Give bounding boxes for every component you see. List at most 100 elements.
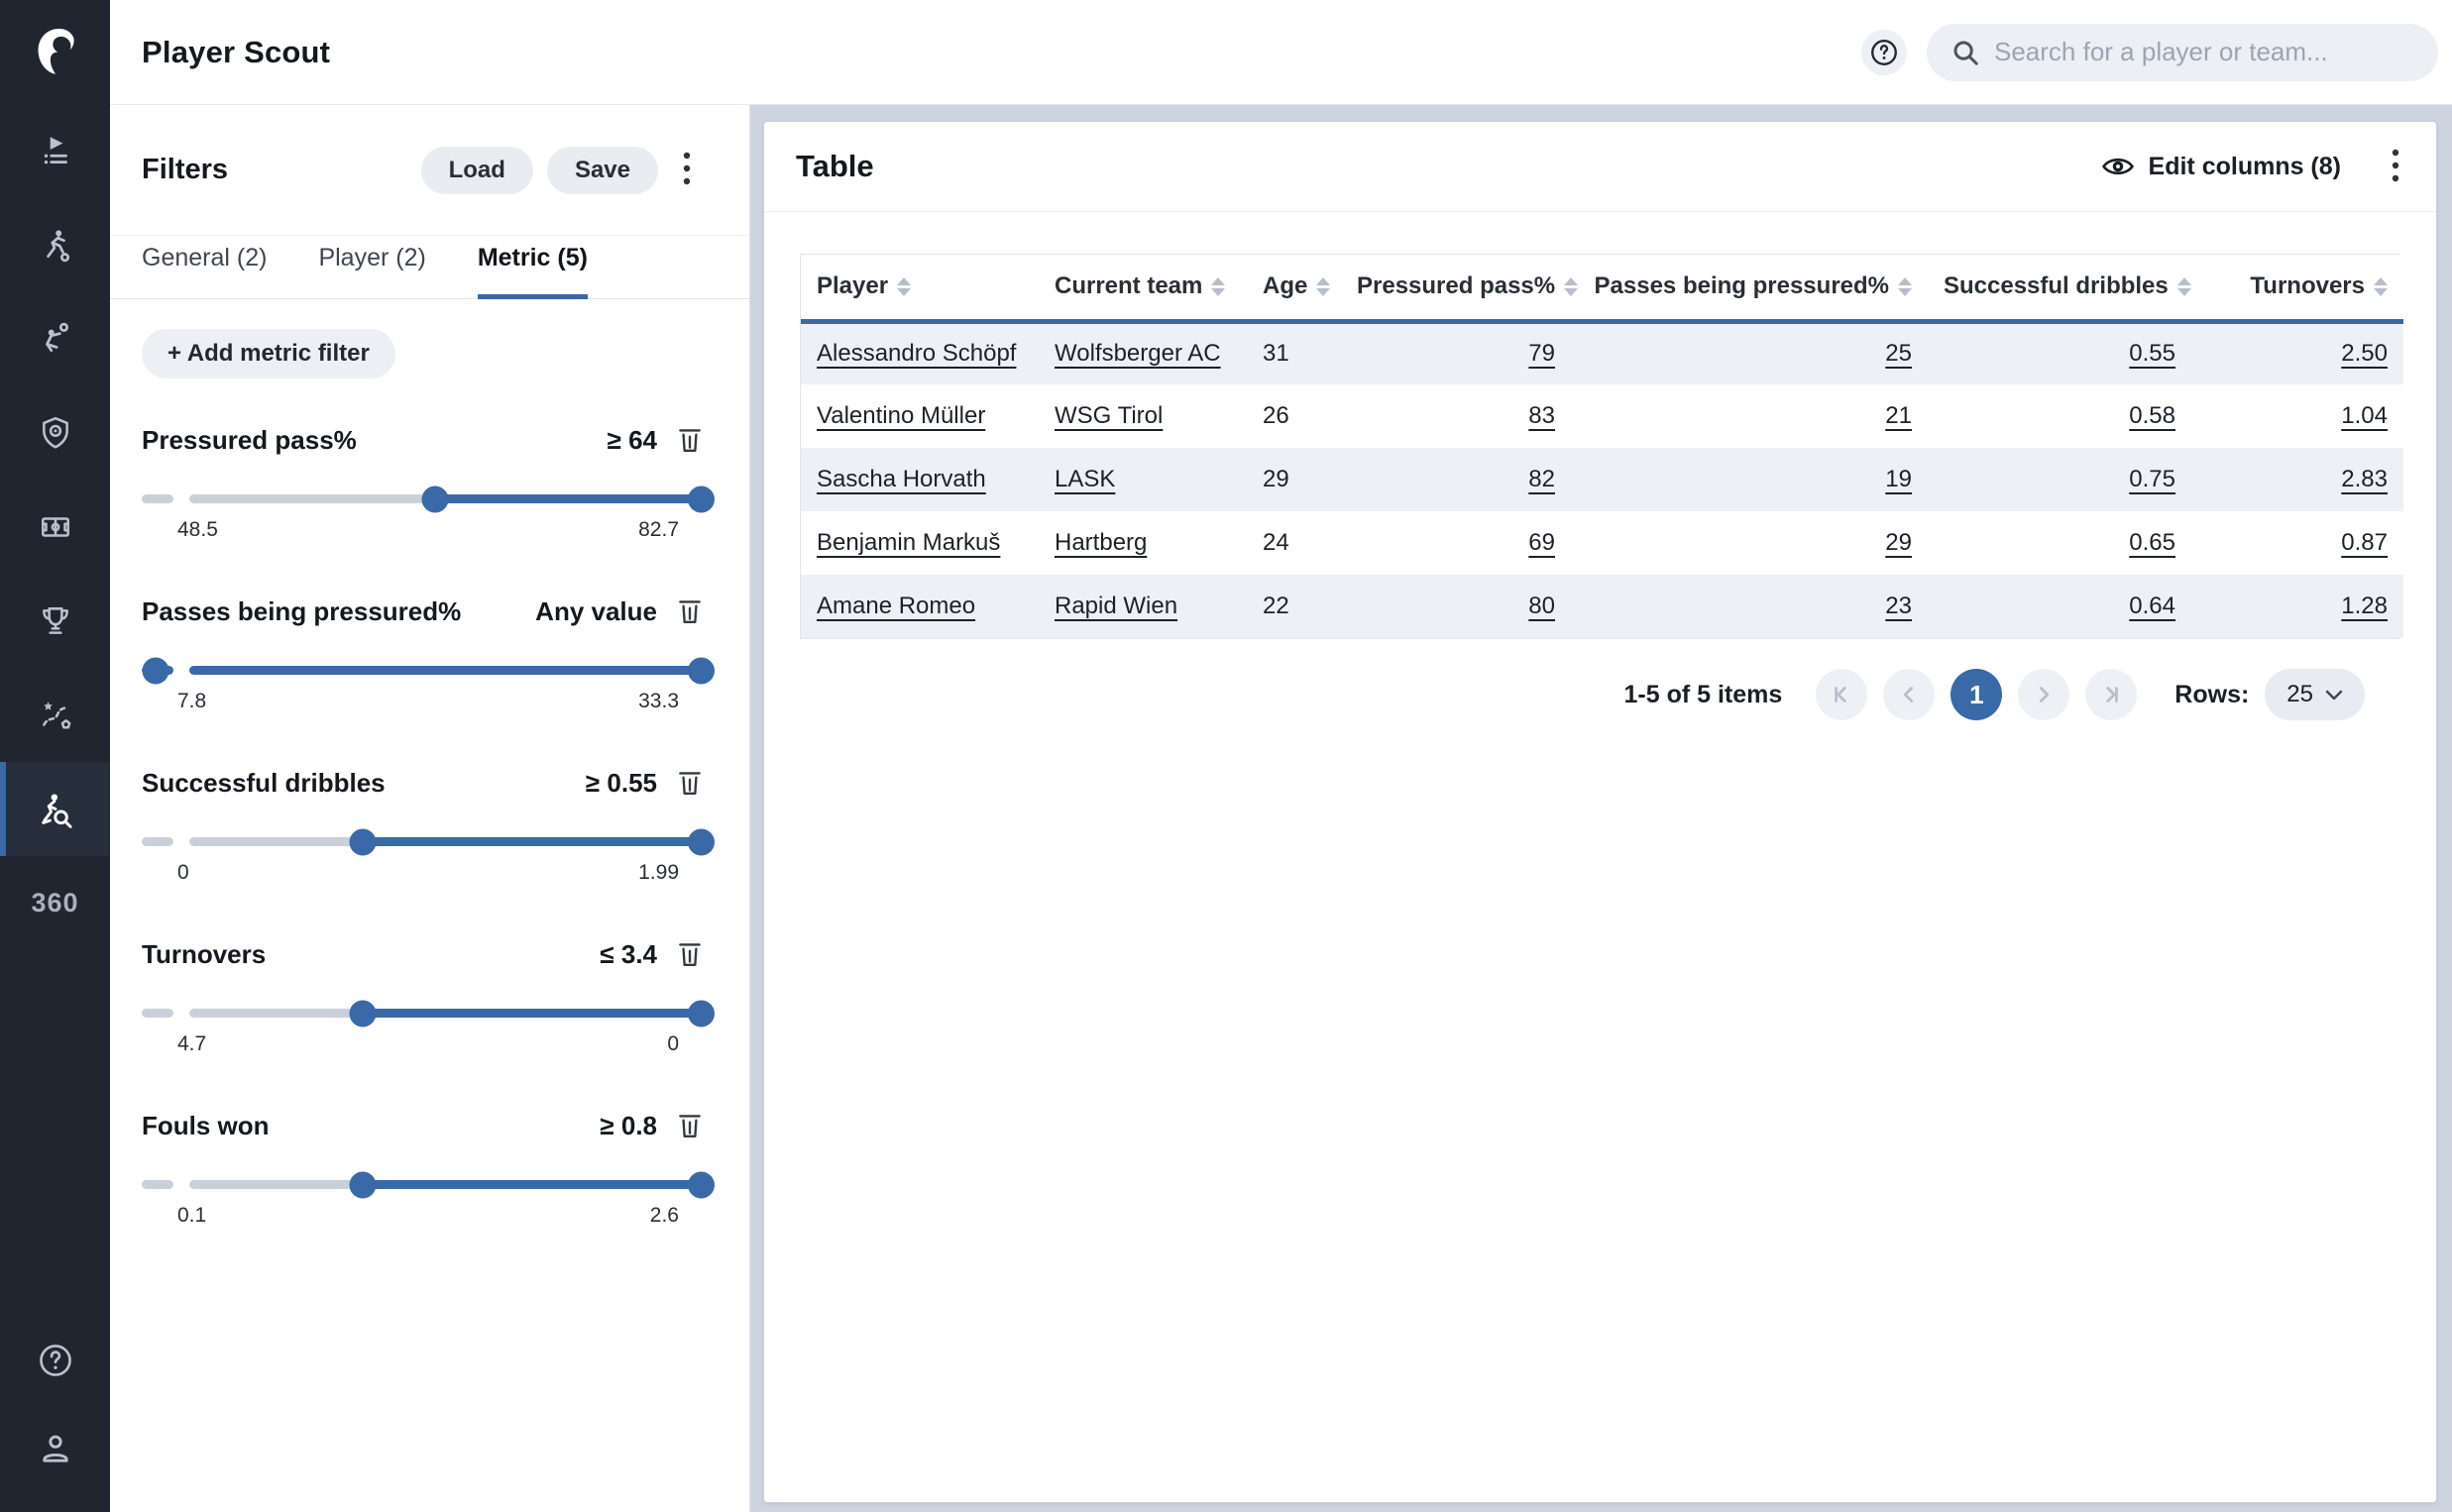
table-kebab-button[interactable] bbox=[2381, 140, 2410, 194]
chevron-right-icon bbox=[2031, 682, 2057, 707]
team-link[interactable]: WSG Tirol bbox=[1055, 402, 1163, 429]
range-slider[interactable] bbox=[142, 827, 705, 855]
chevron-first-icon bbox=[1829, 682, 1854, 707]
column-header-turnovers[interactable]: Turnovers bbox=[2191, 255, 2403, 321]
column-header-current-team[interactable]: Current team bbox=[1039, 255, 1247, 321]
player-link[interactable]: Alessandro Schöpf bbox=[817, 340, 1016, 367]
metric-cell-link[interactable]: 21 bbox=[1885, 402, 1912, 429]
edit-columns-button[interactable]: Edit columns (8) bbox=[2101, 153, 2341, 181]
help-button[interactable] bbox=[1861, 30, 1907, 75]
sidebar-item-player-scout[interactable] bbox=[0, 762, 110, 856]
slider-thumb-left[interactable] bbox=[350, 828, 377, 855]
sidebar-help-button[interactable] bbox=[0, 1316, 110, 1405]
range-slider[interactable] bbox=[142, 1170, 705, 1198]
tab-player[interactable]: Player (2) bbox=[318, 236, 425, 298]
slider-track[interactable] bbox=[189, 837, 701, 846]
sidebar: 360 bbox=[0, 0, 110, 1512]
slider-thumb-right[interactable] bbox=[688, 1000, 715, 1026]
metric-cell-link[interactable]: 79 bbox=[1528, 340, 1555, 367]
slider-track[interactable] bbox=[189, 666, 701, 675]
tab-general[interactable]: General (2) bbox=[142, 236, 267, 298]
slider-thumb-left[interactable] bbox=[421, 486, 448, 512]
slider-thumb-right[interactable] bbox=[688, 828, 715, 855]
team-link[interactable]: Hartberg bbox=[1055, 529, 1147, 556]
table-card-header: Table Edit columns (8) bbox=[764, 122, 2436, 212]
metric-cell-link[interactable]: 82 bbox=[1528, 466, 1555, 492]
sidebar-user-button[interactable] bbox=[0, 1405, 110, 1494]
slider-thumb-right[interactable] bbox=[688, 486, 715, 512]
metric-cell-link[interactable]: 2.83 bbox=[2341, 466, 2388, 492]
team-link[interactable]: Rapid Wien bbox=[1055, 593, 1177, 619]
previous-page-button[interactable] bbox=[1883, 669, 1935, 720]
player-link[interactable]: Benjamin Markuš bbox=[817, 529, 1000, 556]
first-page-button[interactable] bbox=[1816, 669, 1867, 720]
metric-cell-link[interactable]: 69 bbox=[1528, 529, 1555, 556]
team-link[interactable]: LASK bbox=[1055, 466, 1115, 492]
metric-cell-link[interactable]: 0.75 bbox=[2129, 466, 2175, 492]
metric-cell-link[interactable]: 0.55 bbox=[2129, 340, 2175, 367]
range-slider[interactable] bbox=[142, 656, 705, 684]
column-header-passes-being-pressured[interactable]: Passes being pressured% bbox=[1571, 255, 1928, 321]
slider-max-label: 2.6 bbox=[650, 1204, 679, 1228]
add-metric-filter-button[interactable]: + Add metric filter bbox=[142, 329, 395, 378]
metric-cell-link[interactable]: 0.87 bbox=[2341, 529, 2388, 556]
metric-cell-link[interactable]: 19 bbox=[1885, 466, 1912, 492]
slider-track[interactable] bbox=[189, 494, 701, 503]
metric-cell-link[interactable]: 0.65 bbox=[2129, 529, 2175, 556]
metric-cell-link[interactable]: 0.64 bbox=[2129, 593, 2175, 619]
sort-icon bbox=[1898, 277, 1912, 296]
slider-thumb-right[interactable] bbox=[688, 1171, 715, 1198]
player-link[interactable]: Sascha Horvath bbox=[817, 466, 986, 492]
delete-filter-button[interactable] bbox=[675, 936, 705, 973]
column-header-successful-dribbles[interactable]: Successful dribbles bbox=[1928, 255, 2191, 321]
rows-per-page-select[interactable]: 25 bbox=[2265, 669, 2365, 720]
slider-track[interactable] bbox=[189, 1180, 701, 1189]
slider-fill bbox=[435, 494, 701, 503]
sidebar-item-teams[interactable] bbox=[0, 385, 110, 480]
page-1-button[interactable]: 1 bbox=[1950, 669, 2002, 720]
delete-filter-button[interactable] bbox=[675, 765, 705, 802]
topbar: Player Scout bbox=[110, 0, 2452, 105]
metric-cell-link[interactable]: 23 bbox=[1885, 593, 1912, 619]
slider-thumb-right[interactable] bbox=[688, 657, 715, 684]
metric-cell-link[interactable]: 1.28 bbox=[2341, 593, 2388, 619]
column-header-pressured-pass[interactable]: Pressured pass% bbox=[1341, 255, 1571, 321]
sidebar-item-360[interactable]: 360 bbox=[0, 856, 110, 950]
metric-cell-link[interactable]: 25 bbox=[1885, 340, 1912, 367]
filters-kebab-button[interactable] bbox=[672, 143, 702, 197]
metric-cell-link[interactable]: 83 bbox=[1528, 402, 1555, 429]
delete-filter-button[interactable] bbox=[675, 594, 705, 630]
slider-thumb-left[interactable] bbox=[350, 1000, 377, 1026]
slider-thumb-left[interactable] bbox=[143, 657, 169, 684]
column-header-player[interactable]: Player bbox=[801, 255, 1039, 321]
delete-filter-button[interactable] bbox=[675, 1108, 705, 1144]
sidebar-item-pitch[interactable] bbox=[0, 480, 110, 574]
column-header-age[interactable]: Age bbox=[1247, 255, 1341, 321]
sidebar-item-matchlist[interactable] bbox=[0, 103, 110, 197]
metric-cell-link[interactable]: 0.58 bbox=[2129, 402, 2175, 429]
metric-cell-link[interactable]: 29 bbox=[1885, 529, 1912, 556]
save-button[interactable]: Save bbox=[547, 147, 658, 194]
slider-track[interactable] bbox=[189, 1009, 701, 1018]
player-link[interactable]: Amane Romeo bbox=[817, 593, 975, 619]
tab-metric[interactable]: Metric (5) bbox=[478, 236, 588, 298]
delete-filter-button[interactable] bbox=[675, 422, 705, 459]
load-button[interactable]: Load bbox=[421, 147, 533, 194]
sidebar-item-players[interactable] bbox=[0, 197, 110, 291]
next-page-button[interactable] bbox=[2018, 669, 2069, 720]
sort-icon bbox=[2177, 277, 2191, 296]
search-input[interactable] bbox=[1994, 37, 2414, 67]
range-slider[interactable] bbox=[142, 999, 705, 1026]
sidebar-item-competitions[interactable] bbox=[0, 574, 110, 668]
metric-cell-link[interactable]: 2.50 bbox=[2341, 340, 2388, 367]
sidebar-item-goalkeepers[interactable] bbox=[0, 291, 110, 385]
player-link[interactable]: Valentino Müller bbox=[817, 402, 985, 429]
last-page-button[interactable] bbox=[2085, 669, 2137, 720]
slider-thumb-left[interactable] bbox=[350, 1171, 377, 1198]
team-link[interactable]: Wolfsberger AC bbox=[1055, 340, 1221, 367]
metric-cell-link[interactable]: 1.04 bbox=[2341, 402, 2388, 429]
sidebar-item-tactics[interactable] bbox=[0, 668, 110, 762]
range-slider[interactable] bbox=[142, 485, 705, 512]
app-logo[interactable] bbox=[0, 0, 110, 103]
metric-cell-link[interactable]: 80 bbox=[1528, 593, 1555, 619]
